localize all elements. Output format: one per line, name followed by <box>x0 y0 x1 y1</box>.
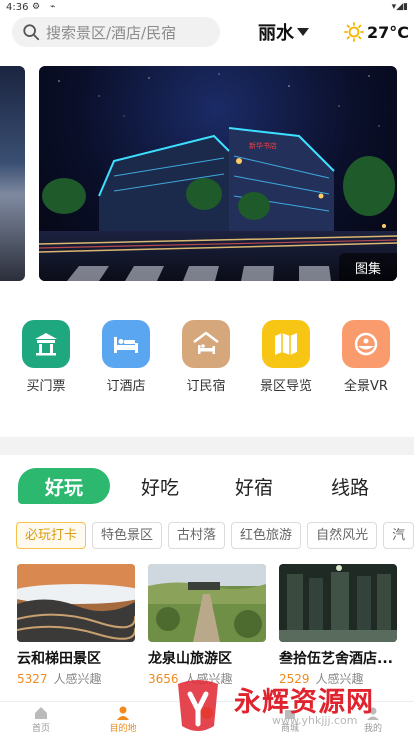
nav-destination-label: 目的地 <box>109 724 137 734</box>
tab-food[interactable]: 好吃 <box>130 468 190 504</box>
interest-suffix: 人感兴趣 <box>184 672 233 686</box>
category-tabs: 好玩 好吃 好宿 线路 <box>0 468 414 506</box>
chip-more[interactable]: 汽 <box>383 522 414 549</box>
search-icon <box>23 24 40 41</box>
profile-icon <box>367 707 379 720</box>
shop-icon <box>285 710 295 719</box>
attraction-list: 云和梯田景区 5327 人感兴趣 龙泉山旅游区 3656 人感兴趣 叁拾伍艺舍酒… <box>0 564 414 694</box>
battery-signal-icon: ▾◢▮ <box>391 2 408 12</box>
city-selector[interactable]: 丽水 <box>258 20 309 44</box>
panorama-vr-label: 全景VR <box>344 379 388 394</box>
interest-count: 2529 <box>279 672 310 686</box>
interest-count: 3656 <box>148 672 179 686</box>
settings-status-icon: ⚙ <box>32 2 41 12</box>
book-homestay-label: 订民宿 <box>186 379 226 394</box>
banner-previous-slide[interactable] <box>0 66 25 281</box>
hotel-interior-photo <box>279 564 397 642</box>
store-sign-text: 新华书店 <box>249 141 277 150</box>
terrace-photo <box>17 564 135 642</box>
weather-widget[interactable]: 27°C <box>344 20 409 44</box>
ticket-gate-icon <box>22 320 70 368</box>
status-bar: 4:36 ⚙ ⌁ ▾◢▮ <box>0 0 414 14</box>
banner-slide[interactable]: 新华书店 图集 <box>39 66 397 281</box>
map-guide-icon <box>262 320 310 368</box>
search-input[interactable]: 搜索景区/酒店/民宿 <box>12 17 220 47</box>
nav-destination[interactable]: 目的地 <box>93 705 153 734</box>
hotel-bed-icon <box>102 320 150 368</box>
caret-down-icon <box>297 28 309 36</box>
quick-menu: 买门票 订酒店 订民宿 景区导览 全景VR <box>0 320 414 400</box>
temperature-text: 27°C <box>367 22 410 42</box>
attraction-title: 龙泉山旅游区 <box>148 651 232 667</box>
attraction-title: 叁拾伍艺舍酒店... <box>279 651 393 667</box>
vr-panorama-icon <box>342 320 390 368</box>
homestay-icon <box>182 320 230 368</box>
nav-home[interactable]: 首页 <box>11 705 71 734</box>
chip-must-visit[interactable]: 必玩打卡 <box>16 522 87 549</box>
chip-featured-scenic[interactable]: 特色景区 <box>92 522 163 549</box>
person-icon <box>117 706 129 720</box>
center-icon <box>201 707 213 719</box>
attraction-card[interactable]: 龙泉山旅游区 3656 人感兴趣 <box>148 564 266 687</box>
scenic-guide-button[interactable]: 景区导览 <box>251 320 321 394</box>
night-city-photo: 新华书店 <box>39 73 397 281</box>
tab-fun[interactable]: 好玩 <box>18 468 110 504</box>
tab-routes[interactable]: 线路 <box>320 468 380 504</box>
book-homestay-button[interactable]: 订民宿 <box>171 320 241 394</box>
attraction-card[interactable]: 云和梯田景区 5327 人感兴趣 <box>17 564 135 687</box>
home-icon <box>35 707 47 719</box>
nav-mine[interactable]: 我的 <box>343 705 403 734</box>
filter-chips: 必玩打卡 特色景区 古村落 红色旅游 自然风光汽 <box>16 522 414 550</box>
interest-suffix: 人感兴趣 <box>53 672 102 686</box>
scenic-guide-label: 景区导览 <box>259 379 312 394</box>
panorama-vr-button[interactable]: 全景VR <box>331 320 401 394</box>
nav-center[interactable] <box>177 705 237 721</box>
nav-mine-label: 我的 <box>363 724 382 734</box>
nav-mall-label: 商城 <box>280 724 299 734</box>
attraction-card[interactable]: 叁拾伍艺舍酒店... 2529 人感兴趣 <box>279 564 397 687</box>
tab-stay[interactable]: 好宿 <box>224 468 284 504</box>
attraction-title: 云和梯田景区 <box>17 651 101 667</box>
buy-tickets-button[interactable]: 买门票 <box>11 320 81 394</box>
mountain-photo <box>148 564 266 642</box>
chip-ancient-village[interactable]: 古村落 <box>168 522 226 549</box>
status-time: 4:36 <box>6 2 29 13</box>
city-name: 丽水 <box>258 23 294 44</box>
bottom-navigation: 首页 目的地 商城 我的 <box>0 701 414 737</box>
app-screen: 4:36 ⚙ ⌁ ▾◢▮ 搜索景区/酒店/民宿 丽水 27°C 新华书店 图集 … <box>0 0 414 737</box>
chip-red-tourism[interactable]: 红色旅游 <box>231 522 302 549</box>
nav-home-label: 首页 <box>31 724 50 734</box>
buy-tickets-label: 买门票 <box>26 379 66 394</box>
interest-suffix: 人感兴趣 <box>315 672 364 686</box>
chip-natural-scenery[interactable]: 自然风光 <box>307 522 378 549</box>
attraction-interest: 3656 人感兴趣 <box>148 670 266 687</box>
section-divider <box>0 437 414 455</box>
book-hotel-label: 订酒店 <box>106 379 146 394</box>
attraction-interest: 5327 人感兴趣 <box>17 670 135 687</box>
nav-mall[interactable]: 商城 <box>260 705 320 734</box>
gallery-button[interactable]: 图集 <box>339 253 397 281</box>
usb-status-icon: ⌁ <box>50 2 56 12</box>
attraction-interest: 2529 人感兴趣 <box>279 670 397 687</box>
interest-count: 5327 <box>17 672 48 686</box>
book-hotel-button[interactable]: 订酒店 <box>91 320 161 394</box>
sun-icon <box>344 22 364 42</box>
search-placeholder: 搜索景区/酒店/民宿 <box>46 23 177 42</box>
